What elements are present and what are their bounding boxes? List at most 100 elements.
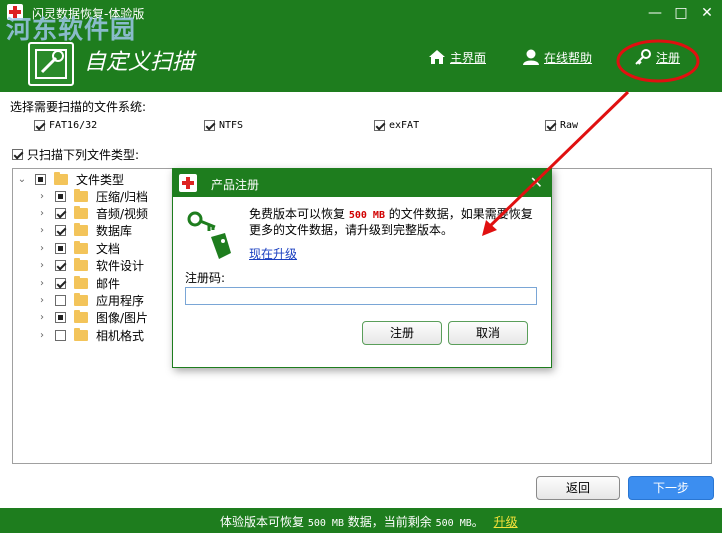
tree-item-row[interactable]: › 数据库 [37, 223, 132, 239]
dialog-close-button[interactable]: ✕ [530, 173, 543, 192]
registration-code-input[interactable] [185, 287, 537, 305]
app-window: 闪灵数据恢复-体验版 河东软件园 — □ ✕ 自定义扫描 主界面 在线帮助 注册… [0, 0, 722, 533]
checkbox[interactable] [55, 277, 66, 289]
tree-item-label: 文档 [96, 241, 121, 256]
key-icon [635, 49, 651, 65]
checkbox[interactable] [12, 149, 23, 160]
home-icon [429, 50, 445, 64]
checkbox[interactable] [204, 120, 215, 131]
fs-fat-label: FAT16/32 [49, 120, 98, 131]
tree-item-row[interactable]: › 图像/图片 [37, 310, 148, 326]
status-text: 体验版本可恢复 500 MB 数据，当前剩余 500 MB。 升级 [220, 513, 518, 530]
dialog-title: 产品注册 [211, 178, 260, 192]
fs-exfat-checkbox[interactable]: exFAT [374, 120, 419, 131]
checkbox[interactable] [34, 120, 45, 131]
tree-item-row[interactable]: › 文档 [37, 240, 120, 256]
only-types-checkbox[interactable]: 只扫描下列文件类型: [12, 146, 139, 163]
register-button[interactable]: 注册 [362, 321, 442, 345]
checkbox[interactable] [545, 120, 556, 131]
folder-icon [74, 258, 88, 272]
fs-fat-checkbox[interactable]: FAT16/32 [34, 120, 97, 131]
checkbox[interactable] [55, 242, 66, 254]
upgrade-now-link[interactable]: 现在升级 [249, 245, 297, 262]
chevron-right-icon[interactable]: › [37, 295, 47, 306]
header-bar: 闪灵数据恢复-体验版 河东软件园 — □ ✕ 自定义扫描 主界面 在线帮助 注册 [0, 0, 722, 92]
next-button[interactable]: 下一步 [628, 476, 714, 500]
chevron-right-icon[interactable]: › [37, 260, 47, 271]
only-types-label: 只扫描下列文件类型: [27, 148, 140, 162]
chevron-down-icon[interactable]: ⌄ [17, 174, 27, 185]
folder-icon [74, 310, 88, 324]
fs-raw-label: Raw [560, 120, 579, 131]
scan-settings-icon [28, 42, 74, 86]
tree-item-label: 数据库 [96, 224, 133, 239]
chevron-right-icon[interactable]: › [37, 330, 47, 341]
checkbox[interactable] [55, 225, 66, 237]
close-button[interactable]: ✕ [694, 2, 720, 24]
status-bar: 体验版本可恢复 500 MB 数据，当前剩余 500 MB。 升级 [0, 508, 722, 533]
status-text-a: 体验版本可恢复 [220, 515, 305, 529]
fs-ntfs-label: NTFS [219, 120, 244, 131]
chevron-right-icon[interactable]: › [37, 191, 47, 202]
fs-exfat-label: exFAT [389, 120, 420, 131]
tree-item-row[interactable]: › 邮件 [37, 275, 120, 291]
tree-item-label: 音频/视频 [96, 206, 149, 221]
key-tag-icon [187, 211, 231, 259]
code-label: 注册码: [185, 271, 226, 285]
dialog-logo-icon [179, 174, 197, 192]
status-text-b: 数据，当前剩余 [347, 515, 432, 529]
chevron-right-icon[interactable]: › [37, 312, 47, 323]
status-amount-b: 500 MB [435, 518, 472, 529]
tree-root-row[interactable]: ⌄ 文件类型 [17, 171, 124, 187]
cancel-button[interactable]: 取消 [448, 321, 528, 345]
nav-help[interactable]: 在线帮助 [522, 48, 592, 66]
tree-item-row[interactable]: › 音频/视频 [37, 205, 148, 221]
status-text-c: 。 [471, 515, 484, 529]
tree-item-label: 应用程序 [96, 293, 145, 308]
checkbox[interactable] [55, 190, 66, 202]
person-icon [523, 49, 539, 65]
folder-icon [74, 292, 88, 306]
tree-item-label: 压缩/归档 [96, 189, 149, 204]
back-button[interactable]: 返回 [536, 476, 620, 500]
checkbox[interactable] [374, 120, 385, 131]
chevron-right-icon[interactable]: › [37, 278, 47, 289]
dialog-titlebar: 产品注册 ✕ [173, 169, 551, 197]
register-dialog: 产品注册 ✕ 免费版本可以恢复 500 MB 的文件数据，如果需要恢复更多的文件… [172, 168, 552, 368]
tree-item-row[interactable]: › 相机格式 [37, 327, 144, 343]
nav-help-label: 在线帮助 [544, 50, 593, 65]
checkbox[interactable] [35, 173, 46, 185]
folder-icon [74, 223, 88, 237]
checkbox[interactable] [55, 207, 66, 219]
checkbox[interactable] [55, 294, 66, 306]
chevron-right-icon[interactable]: › [37, 208, 47, 219]
fs-raw-checkbox[interactable]: Raw [545, 120, 578, 131]
status-upgrade-link[interactable]: 升级 [494, 515, 518, 529]
minimize-button[interactable]: — [642, 2, 668, 24]
fs-ntfs-checkbox[interactable]: NTFS [204, 120, 243, 131]
folder-icon [74, 205, 88, 219]
nav-register[interactable]: 注册 [634, 48, 680, 66]
page-heading: 自定义扫描 [84, 50, 195, 75]
nav-home-label: 主界面 [450, 50, 487, 65]
folder-icon [74, 327, 88, 341]
folder-icon [74, 240, 88, 254]
tree-item-label: 软件设计 [96, 259, 145, 274]
message-before: 免费版本可以恢复 [249, 207, 346, 221]
maximize-button[interactable]: □ [668, 2, 694, 24]
chevron-right-icon[interactable]: › [37, 225, 47, 236]
chevron-right-icon[interactable]: › [37, 243, 47, 254]
checkbox[interactable] [55, 329, 66, 341]
checkbox[interactable] [55, 260, 66, 272]
watermark-text: 河东软件园 [6, 15, 137, 44]
tree-item-label: 相机格式 [96, 328, 145, 343]
tree-item-row[interactable]: › 压缩/归档 [37, 188, 148, 204]
folder-icon [54, 171, 68, 185]
checkbox[interactable] [55, 312, 66, 324]
nav-home[interactable]: 主界面 [428, 48, 486, 66]
filesystems-title: 选择需要扫描的文件系统: [10, 100, 147, 114]
folder-icon [74, 275, 88, 289]
folder-icon [74, 188, 88, 202]
tree-item-row[interactable]: › 软件设计 [37, 258, 144, 274]
tree-item-row[interactable]: › 应用程序 [37, 292, 144, 308]
